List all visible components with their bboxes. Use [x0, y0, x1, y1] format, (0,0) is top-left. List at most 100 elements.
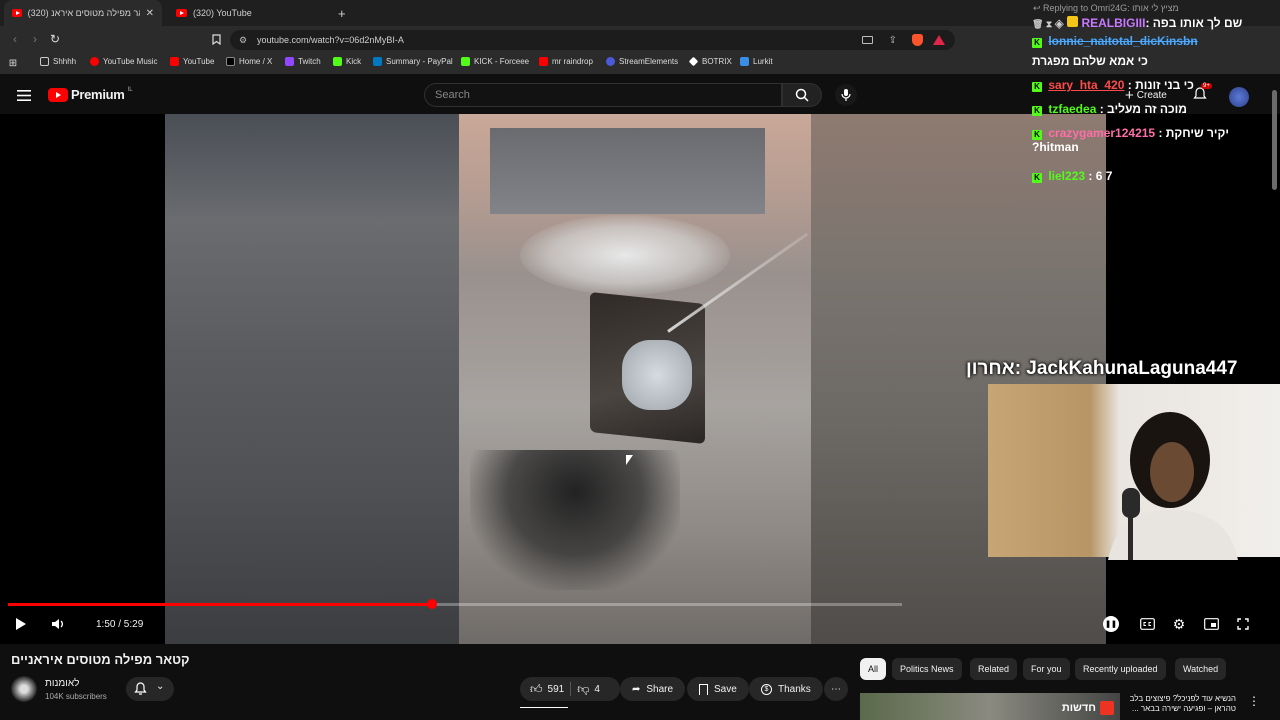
chat-text: מוכה זה מעליב — [1107, 102, 1187, 116]
mute-button[interactable] — [46, 614, 70, 634]
search-button[interactable] — [782, 83, 822, 107]
dislike-button[interactable]: 👎︎ 4 — [577, 682, 600, 697]
more-actions-button[interactable]: ⋯ — [824, 677, 848, 701]
autoplay-toggle[interactable]: ❚❚ — [1103, 616, 1119, 632]
bookmark-item[interactable]: BOTRIX — [688, 56, 732, 67]
chat-message-continued: כי אמא שלהם מפגרת — [1032, 54, 1148, 68]
youtube-icon — [170, 57, 179, 66]
back-icon[interactable]: ‹ — [8, 32, 22, 46]
browser-tab-active[interactable]: (320) קטאר מפילה מטוסים איראנ ✕ — [4, 0, 162, 26]
bell-icon — [134, 682, 147, 695]
time-display: 1:50 / 5:29 — [86, 612, 154, 636]
kick-badge-icon: K — [1032, 82, 1042, 92]
chip-recently-uploaded[interactable]: Recently uploaded — [1075, 658, 1166, 680]
like-button[interactable]: 👍︎ 591 — [530, 682, 564, 697]
play-button[interactable] — [12, 616, 30, 632]
kick-badge-icon: K — [1032, 106, 1042, 116]
chat-message: K crazygamer124215 : יקיר שיחקת hitman? — [1032, 126, 1230, 154]
scrollbar[interactable] — [1272, 90, 1277, 190]
bookmark-item[interactable]: Shhhh — [40, 57, 76, 66]
share-button[interactable]: ➦ Share — [620, 677, 686, 701]
search-icon — [795, 88, 809, 102]
rewards-icon[interactable] — [933, 35, 945, 45]
url-bar[interactable]: ⚙ youtube.com/watch?v=06d2nMyBI-A ⇪ — [230, 30, 955, 50]
chat-message: K liel223 : 6 7 — [1032, 169, 1112, 183]
bookmark-item[interactable]: Lurkit — [740, 57, 773, 66]
paypal-icon — [373, 57, 382, 66]
miniplayer-button[interactable] — [1203, 617, 1219, 631]
tab-label: (320) קטאר מפילה מטוסים איראנ — [27, 8, 140, 18]
youtube-favicon-icon — [176, 9, 187, 17]
save-icon — [699, 683, 708, 695]
bookmark-item[interactable]: Home / X — [226, 57, 272, 66]
chat-message: K lonnie_naitotal_dicKinsbn — [1032, 34, 1198, 48]
fullscreen-button[interactable] — [1236, 617, 1250, 631]
close-tab-icon[interactable]: ✕ — [146, 8, 154, 19]
chat-username: liel223 — [1048, 169, 1086, 183]
chip-all[interactable]: All — [860, 658, 887, 680]
logo-region: IL — [127, 86, 133, 93]
kick-icon — [333, 57, 342, 66]
recommendation-menu-icon[interactable]: ⋮ — [1248, 694, 1260, 708]
video-frame-left — [165, 114, 459, 644]
subscriber-count: 104K subscribers — [45, 692, 107, 701]
brave-shield-icon[interactable] — [912, 34, 923, 46]
captions-button[interactable] — [1139, 617, 1155, 631]
chat-username: crazygamer124215 — [1048, 126, 1156, 140]
bookmark-item[interactable]: YouTube — [170, 57, 214, 66]
bookmark-item[interactable]: Kick — [333, 57, 361, 66]
apps-grid-icon[interactable]: ⊞ — [6, 57, 20, 69]
recommendation-title[interactable]: הנשיא עוד לפניכל? פיצוצים בלב טהראן – ופ… — [1124, 694, 1236, 715]
share-icon[interactable]: ⇪ — [889, 35, 897, 46]
scrubber-handle[interactable] — [426, 599, 437, 609]
bookmark-item[interactable]: KICK - Forceee — [461, 57, 529, 66]
thanks-button[interactable]: $ Thanks — [749, 677, 823, 701]
chat-text: כי אמא שלהם מפגרת — [1032, 54, 1148, 68]
news-logo-icon — [1100, 701, 1114, 715]
subscribed-notifications-button[interactable]: ⌄ — [126, 677, 174, 701]
channel-name[interactable]: לאומנות — [45, 678, 79, 689]
bookmark-item[interactable]: mr raindrop — [539, 57, 593, 66]
thumbnail-text: חדשות — [1061, 702, 1096, 714]
chip-politics-news[interactable]: Politics News — [892, 658, 962, 680]
progress-bar[interactable] — [8, 599, 902, 609]
chip-related[interactable]: Related — [970, 658, 1018, 680]
volume-icon — [52, 619, 63, 629]
recommendation-thumbnail[interactable]: חדשות — [860, 693, 1120, 720]
streamelements-icon — [606, 57, 615, 66]
cast-icon[interactable] — [862, 36, 873, 44]
menu-icon[interactable] — [16, 88, 32, 102]
avatar[interactable] — [1229, 87, 1249, 107]
pin-icon: 🗑 ⧗ ◈ — [1032, 19, 1064, 29]
last-follower-label: אחרון: JackKahunaLaguna447 — [966, 358, 1238, 379]
site-info-icon[interactable]: ⚙ — [239, 35, 247, 46]
like-underline — [520, 707, 568, 708]
chip-for-you[interactable]: For you — [1023, 658, 1070, 680]
voice-search-button[interactable] — [835, 84, 857, 106]
bookmark-icon[interactable] — [209, 32, 223, 46]
save-button[interactable]: Save — [687, 677, 749, 701]
new-tab-button[interactable]: + — [330, 0, 354, 26]
youtube-favicon-icon — [12, 9, 22, 17]
forward-icon[interactable]: › — [28, 32, 42, 46]
video-building — [490, 128, 765, 214]
reload-icon[interactable]: ↻ — [48, 32, 62, 46]
thanks-icon: $ — [761, 683, 772, 695]
settings-button[interactable]: ⚙ — [1171, 616, 1187, 632]
bookmark-item[interactable]: Twitch — [285, 57, 321, 66]
logo-text: Premium — [71, 87, 125, 102]
video-foam — [622, 340, 692, 410]
chat-reply-header: ↩ Replying to Omri24G: מציץ לי אותו — [1033, 3, 1179, 13]
channel-avatar[interactable] — [11, 676, 37, 702]
notifications-button[interactable]: 9+ — [1192, 83, 1212, 104]
search-input[interactable]: Search — [424, 83, 782, 107]
youtube-premium-logo[interactable]: Premium IL — [48, 87, 133, 102]
bookmark-item[interactable]: YouTube Music — [90, 57, 158, 66]
gear-icon: ⚙ — [1172, 615, 1186, 632]
chip-watched[interactable]: Watched — [1175, 658, 1227, 680]
browser-tab[interactable]: (320) YouTube — [168, 0, 318, 26]
bookmark-item[interactable]: StreamElements — [606, 57, 678, 66]
kick-badge-icon: K — [1032, 173, 1042, 183]
bookmark-item[interactable]: Summary - PayPal — [373, 57, 453, 66]
chat-username: tzfaedea — [1048, 102, 1097, 116]
